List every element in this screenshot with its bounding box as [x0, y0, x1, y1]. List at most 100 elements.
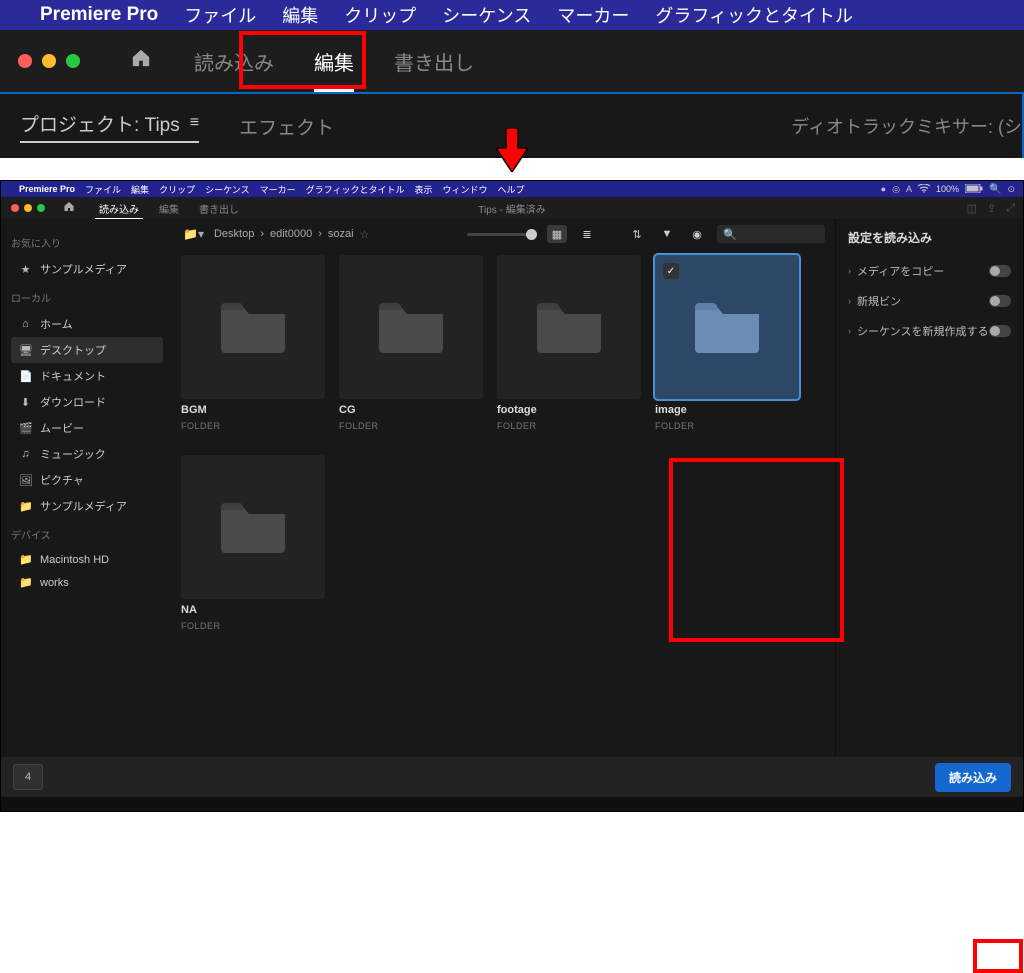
- sidebar-item-loc-1[interactable]: 🖥 デスクトップ: [11, 337, 163, 363]
- share-icon[interactable]: ⇪: [987, 202, 996, 215]
- import-sidebar: お気に入り ★サンプルメディア ローカル ⌂ホーム🖥デスクトップ📄ドキュメント⬇…: [1, 219, 173, 757]
- star-favorite-icon[interactable]: ☆: [360, 228, 370, 241]
- sidebar-head-local: ローカル: [11, 290, 163, 305]
- breadcrumb[interactable]: Desktop› edit0000› sozai ☆: [214, 228, 369, 241]
- list-view-button[interactable]: ≣: [577, 225, 597, 243]
- filter-button[interactable]: ▼: [657, 225, 677, 243]
- thumbnail-zoom-slider[interactable]: [467, 233, 537, 236]
- menu-clip[interactable]: クリップ: [159, 183, 195, 196]
- mac-menubar-top: Premiere Pro ファイル 編集 クリップ シーケンス マーカー グラフ…: [0, 0, 1024, 30]
- folder-card-cg[interactable]: CGFOLDER: [339, 255, 483, 431]
- menu-window[interactable]: ウィンドウ: [443, 183, 488, 196]
- tab-import[interactable]: 読み込み: [174, 30, 294, 92]
- preview-toggle-icon[interactable]: ◉: [687, 225, 707, 243]
- close-window-icon[interactable]: [18, 54, 32, 68]
- sidebar-item-dev-1[interactable]: 📁works: [11, 571, 163, 594]
- menu-clip[interactable]: クリップ: [344, 2, 416, 28]
- sidebar-item-loc-5[interactable]: ♫ミュージック: [11, 441, 163, 467]
- tab-export[interactable]: 書き出し: [189, 197, 249, 219]
- fullscreen-icon[interactable]: ⤢: [1006, 202, 1015, 215]
- folder-thumbnail[interactable]: [181, 455, 325, 599]
- sidebar-item-icon: ⌂: [19, 318, 32, 330]
- menu-help[interactable]: ヘルプ: [498, 183, 525, 196]
- menu-sequence[interactable]: シーケンス: [442, 2, 531, 28]
- toggle-switch[interactable]: [989, 265, 1011, 277]
- sidebar-item-label: ホーム: [40, 316, 73, 332]
- sidebar-item-loc-3[interactable]: ⬇ダウンロード: [11, 389, 163, 415]
- sidebar-item-icon: 🖥: [19, 344, 32, 357]
- folder-thumbnail[interactable]: [339, 255, 483, 399]
- breadcrumb-seg[interactable]: Desktop: [214, 228, 254, 240]
- zoom-window-icon[interactable]: [66, 54, 80, 68]
- sidebar-item-loc-6[interactable]: 🖼ピクチャ: [11, 467, 163, 493]
- folder-kind: FOLDER: [655, 421, 799, 431]
- minimize-window-icon[interactable]: [24, 204, 32, 212]
- menu-sequence[interactable]: シーケンス: [205, 183, 250, 196]
- menu-file[interactable]: ファイル: [85, 183, 121, 196]
- menu-graphics[interactable]: グラフィックとタイトル: [655, 2, 853, 28]
- folder-thumbnail[interactable]: [181, 255, 325, 399]
- project-panel-tab[interactable]: プロジェクト: Tips ≡: [20, 110, 199, 143]
- sort-button[interactable]: ⇅: [627, 225, 647, 243]
- chevron-right-icon: ›: [848, 266, 851, 276]
- sidebar-item-loc-7[interactable]: 📁サンプルメディア: [11, 493, 163, 519]
- battery-icon: [965, 184, 983, 195]
- workspace-icon[interactable]: ◫: [967, 202, 977, 215]
- sidebar-item-fav-0[interactable]: ★サンプルメディア: [11, 256, 163, 282]
- menu-file[interactable]: ファイル: [184, 2, 256, 28]
- home-button[interactable]: [55, 201, 89, 215]
- minimize-window-icon[interactable]: [42, 54, 56, 68]
- window-header-bottom: 読み込み 編集 書き出し Tips - 編集済み ◫ ⇪ ⤢: [1, 197, 1023, 219]
- toggle-switch[interactable]: [989, 295, 1011, 307]
- menu-graphics[interactable]: グラフィックとタイトル: [306, 183, 405, 196]
- search-input[interactable]: 🔍: [717, 225, 825, 243]
- folder-card-footage[interactable]: footageFOLDER: [497, 255, 641, 431]
- window-header-top: 読み込み 編集 書き出し: [0, 30, 1024, 92]
- sidebar-item-dev-0[interactable]: 📁Macintosh HD: [11, 548, 163, 571]
- import-setting-row-0[interactable]: › メディアをコピー: [848, 256, 1011, 286]
- import-setting-label: メディアをコピー: [857, 263, 989, 279]
- folder-card-bgm[interactable]: BGMFOLDER: [181, 255, 325, 431]
- selection-count-chip[interactable]: 4: [13, 764, 43, 790]
- folder-icon: [377, 297, 445, 358]
- spotlight-icon[interactable]: 🔍: [989, 184, 1001, 195]
- import-setting-row-1[interactable]: ›新規ビン: [848, 286, 1011, 316]
- control-center-icon[interactable]: ⊙: [1007, 184, 1015, 195]
- import-button[interactable]: 読み込み: [935, 763, 1011, 792]
- tab-export[interactable]: 書き出し: [374, 30, 494, 92]
- sidebar-item-label: デスクトップ: [40, 342, 106, 358]
- chevron-right-icon: ›: [848, 326, 851, 336]
- folder-icon: [219, 497, 287, 558]
- breadcrumb-seg[interactable]: edit0000: [270, 228, 312, 240]
- close-window-icon[interactable]: [11, 204, 19, 212]
- import-setting-row-2[interactable]: ›シーケンスを新規作成する: [848, 316, 1011, 346]
- effects-panel-tab[interactable]: エフェクト: [239, 113, 334, 140]
- tab-import[interactable]: 読み込み: [89, 197, 149, 219]
- home-button[interactable]: [98, 48, 174, 74]
- panel-menu-icon[interactable]: ≡: [190, 114, 199, 132]
- menu-view[interactable]: 表示: [414, 183, 432, 196]
- folder-thumbnail[interactable]: ✓: [655, 255, 799, 399]
- audio-mixer-panel-tab[interactable]: ディオトラックミキサー: (シ: [783, 94, 1022, 158]
- checkbox-icon[interactable]: ✓: [663, 263, 679, 279]
- menu-marker[interactable]: マーカー: [557, 2, 629, 28]
- folder-card-na[interactable]: NAFOLDER: [181, 455, 325, 631]
- folder-thumbnail[interactable]: [497, 255, 641, 399]
- menu-edit[interactable]: 編集: [282, 2, 318, 28]
- folder-card-image[interactable]: ✓imageFOLDER: [655, 255, 799, 431]
- menu-marker[interactable]: マーカー: [260, 183, 296, 196]
- traffic-lights: [1, 204, 55, 212]
- zoom-window-icon[interactable]: [37, 204, 45, 212]
- menu-edit[interactable]: 編集: [131, 183, 149, 196]
- tab-edit[interactable]: 編集: [149, 197, 189, 219]
- breadcrumb-seg[interactable]: sozai: [328, 228, 354, 240]
- sidebar-item-label: ムービー: [40, 420, 84, 436]
- sidebar-item-icon: 🎬: [19, 422, 32, 435]
- tab-edit[interactable]: 編集: [294, 30, 374, 92]
- grid-view-button[interactable]: ▦: [547, 225, 567, 243]
- sidebar-item-loc-4[interactable]: 🎬 ムービー: [11, 415, 163, 441]
- toggle-switch[interactable]: [989, 325, 1011, 337]
- project-panel-label: プロジェクト: Tips: [20, 110, 180, 137]
- sidebar-item-loc-2[interactable]: 📄ドキュメント: [11, 363, 163, 389]
- sidebar-item-loc-0[interactable]: ⌂ ホーム: [11, 311, 163, 337]
